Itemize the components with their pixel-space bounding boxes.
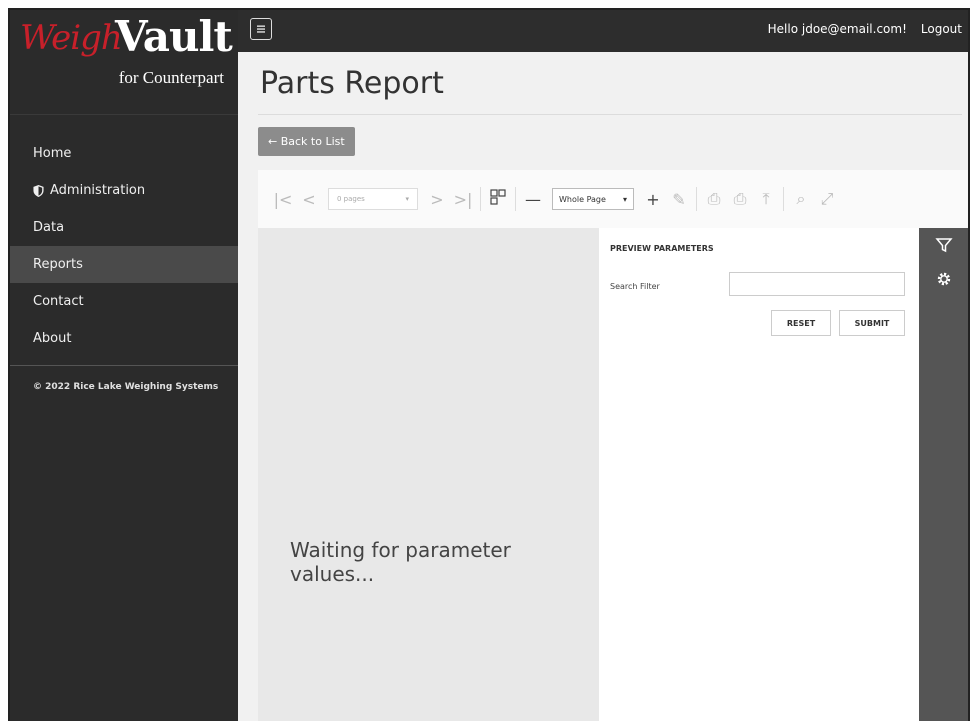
viewer-toolbar: |< < 0 pages ▾ > >| — Whole Page ▾ + ✎ ⎙…: [258, 170, 968, 228]
parameters-tab[interactable]: [919, 228, 968, 262]
sidebar-item-label: Reports: [33, 257, 83, 272]
sidebar-item-label: About: [33, 331, 72, 346]
sidebar: Weigh Vault for Counterpart Home Adminis…: [10, 10, 238, 721]
multipage-grid-icon: [490, 189, 506, 205]
first-page-icon[interactable]: |<: [270, 190, 296, 209]
fullscreen-icon[interactable]: ⤢: [814, 189, 840, 209]
sidebar-item-label: Data: [33, 220, 65, 235]
copyright-text: © 2022 Rice Lake Weighing Systems: [33, 382, 219, 392]
sidebar-item-administration[interactable]: Administration: [10, 172, 238, 209]
properties-tab[interactable]: [919, 262, 968, 296]
zoom-select[interactable]: Whole Page ▾: [552, 188, 634, 210]
parameters-title: PREVIEW PARAMETERS: [610, 244, 714, 253]
print-icon[interactable]: ⎙: [701, 189, 727, 209]
highlight-editing-fields-icon[interactable]: ✎: [666, 190, 692, 209]
top-bar: Hello jdoe@email.com! Logout: [238, 10, 968, 52]
chevron-down-icon: ▾: [622, 194, 627, 204]
last-page-icon[interactable]: >|: [450, 190, 476, 209]
logout-link[interactable]: Logout: [921, 22, 962, 36]
submit-button[interactable]: SUBMIT: [839, 310, 905, 336]
zoom-in-icon[interactable]: +: [640, 190, 666, 209]
brand-logo[interactable]: Weigh Vault for Counterpart: [10, 10, 238, 115]
logo-subtitle-text: for Counterpart: [118, 68, 224, 87]
next-page-icon[interactable]: >: [424, 190, 450, 209]
sidebar-item-label: Contact: [33, 294, 84, 309]
zoom-select-value: Whole Page: [559, 194, 606, 204]
user-area: Hello jdoe@email.com! Logout: [768, 22, 962, 36]
shield-icon: [33, 184, 44, 197]
search-icon[interactable]: ⌕: [788, 189, 814, 209]
preview-parameters-panel: PREVIEW PARAMETERS Search Filter RESET S…: [599, 228, 919, 721]
logo-vault-text: Vault: [115, 12, 233, 61]
filter-icon: [934, 238, 953, 253]
page-select-value: 0 pages: [337, 195, 365, 203]
toolbar-separator: [696, 187, 697, 211]
sidebar-item-data[interactable]: Data: [10, 209, 238, 246]
gear-icon: [937, 272, 950, 286]
search-filter-input[interactable]: [729, 272, 905, 296]
previous-page-icon[interactable]: <: [296, 190, 322, 209]
app-window: Weigh Vault for Counterpart Home Adminis…: [8, 8, 970, 721]
title-divider: [258, 114, 962, 115]
main-content: Parts Report ← Back to List |< < 0 pages…: [238, 52, 968, 721]
page-select[interactable]: 0 pages ▾: [328, 188, 418, 210]
hamburger-icon: [257, 25, 265, 33]
logo-subtitle: for Counterpart: [119, 68, 224, 88]
waiting-message: Waiting for parameter values...: [290, 538, 511, 586]
zoom-out-icon[interactable]: —: [520, 190, 546, 209]
sidebar-item-home[interactable]: Home: [10, 135, 238, 172]
menu-toggle-button[interactable]: [250, 18, 272, 40]
back-to-list-button[interactable]: ← Back to List: [258, 127, 355, 156]
toolbar-separator: [783, 187, 784, 211]
chevron-down-icon: ▾: [405, 195, 409, 203]
report-viewer: |< < 0 pages ▾ > >| — Whole Page ▾ + ✎ ⎙…: [258, 170, 968, 721]
sidebar-nav: Home Administration Data Reports Contact…: [10, 135, 238, 357]
print-page-icon[interactable]: ⎙: [727, 189, 753, 209]
toolbar-separator: [515, 187, 516, 211]
multipage-toggle-icon[interactable]: [485, 189, 511, 209]
reset-button[interactable]: RESET: [771, 310, 831, 336]
sidebar-item-contact[interactable]: Contact: [10, 283, 238, 320]
logo-weigh-text: Weigh: [20, 18, 123, 58]
user-greeting: Hello jdoe@email.com!: [767, 22, 907, 36]
export-icon[interactable]: ⤒: [753, 189, 779, 209]
page-title: Parts Report: [260, 66, 444, 101]
sidebar-item-reports[interactable]: Reports: [10, 246, 238, 283]
report-preview-area: Waiting for parameter values...: [258, 228, 599, 721]
sidebar-item-label: Home: [33, 146, 72, 161]
search-filter-label: Search Filter: [610, 282, 660, 291]
sidebar-item-label: Administration: [50, 183, 146, 198]
toolbar-separator: [480, 187, 481, 211]
sidebar-item-about[interactable]: About: [10, 320, 238, 357]
viewer-side-rail: [919, 228, 968, 721]
